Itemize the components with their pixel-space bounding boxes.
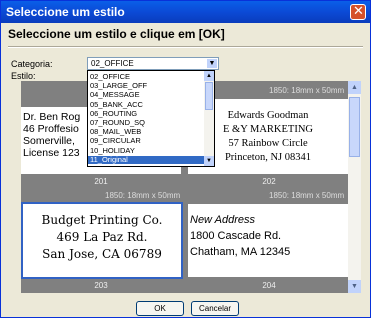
- instruction-header: Seleccione um estilo e clique em [OK]: [8, 27, 225, 41]
- style-number: 203: [94, 281, 108, 290]
- scroll-up-icon[interactable]: ▲: [204, 71, 214, 81]
- dropdown-option[interactable]: 11_Original: [88, 155, 206, 164]
- style-tile-203[interactable]: Budget Printing Co. 469 La Paz Rd. San J…: [21, 202, 183, 279]
- dialog-window: Seleccione um estilo ✕ Seleccione um est…: [0, 0, 371, 318]
- scroll-thumb[interactable]: [349, 97, 360, 157]
- style-line: Dr. Ben Rog: [23, 111, 81, 123]
- style-line: San Jose, CA 06789: [42, 247, 162, 261]
- dropdown-option[interactable]: 02_OFFICE: [90, 73, 130, 81]
- dropdown-option[interactable]: 04_MESSAGE: [90, 91, 140, 99]
- dropdown-option[interactable]: 09_CIRCULAR: [90, 137, 141, 145]
- style-line: Chatham, MA 12345: [190, 246, 291, 258]
- dropdown-option[interactable]: 05_BANK_ACC: [90, 100, 143, 109]
- dropdown-option[interactable]: 07_ROUND_SQ: [90, 119, 145, 127]
- window-title: Seleccione um estilo: [6, 5, 125, 19]
- style-size: 1850: 18mm x 50mm: [269, 191, 345, 200]
- dropdown-option[interactable]: 03_LARGE_OFF: [90, 82, 147, 90]
- categoria-value: 02_OFFICE: [91, 59, 134, 68]
- style-size: 1850: 18mm x 50mm: [105, 191, 181, 200]
- style-line: 1800 Cascade Rd.: [190, 230, 282, 242]
- dropdown-option[interactable]: 08_MAIL_WEB: [90, 128, 141, 136]
- scroll-thumb[interactable]: [205, 82, 213, 110]
- categoria-dropdown-list: 02_OFFICE 03_LARGE_OFF 04_MESSAGE 05_BANK_A…: [87, 70, 215, 167]
- style-line: Budget Printing Co.: [41, 213, 163, 227]
- scroll-down-icon[interactable]: ▼: [204, 156, 214, 166]
- scroll-down-icon[interactable]: ▼: [348, 280, 361, 293]
- dropdown-option[interactable]: 10_HOLIDAY: [90, 146, 135, 155]
- categoria-select[interactable]: 02_OFFICE ▼: [87, 57, 219, 70]
- close-icon: ✕: [353, 4, 364, 19]
- header-divider: [8, 46, 363, 48]
- style-line: 46 Proffesio: [23, 123, 79, 135]
- gallery-scrollbar[interactable]: ▲ ▼: [348, 81, 361, 293]
- style-size: 1850: 18mm x 50mm: [269, 86, 345, 95]
- ok-button[interactable]: OK: [136, 301, 184, 316]
- cancel-button[interactable]: Cancelar: [191, 301, 239, 316]
- close-button[interactable]: ✕: [350, 4, 366, 20]
- categoria-label: Categoria:: [11, 59, 53, 69]
- style-number: 201: [94, 177, 108, 186]
- dropdown-option[interactable]: 06_ROUTING: [90, 109, 137, 118]
- title-bar[interactable]: Seleccione um estilo ✕: [1, 1, 370, 23]
- style-line: 469 La Paz Rd.: [56, 230, 148, 244]
- dropdown-scrollbar[interactable]: ▲ ▼: [204, 71, 214, 166]
- style-line: Somerville,: [23, 135, 75, 147]
- style-line: License 123: [23, 147, 80, 159]
- chevron-down-icon[interactable]: ▼: [207, 59, 217, 68]
- scroll-up-icon[interactable]: ▲: [348, 81, 361, 94]
- style-number: 204: [262, 281, 276, 290]
- style-tile-204[interactable]: New Address 1800 Cascade Rd. Chatham, MA…: [188, 204, 348, 277]
- style-line: New Address: [190, 214, 256, 226]
- estilo-label: Estilo:: [11, 71, 36, 81]
- style-number: 202: [262, 177, 276, 186]
